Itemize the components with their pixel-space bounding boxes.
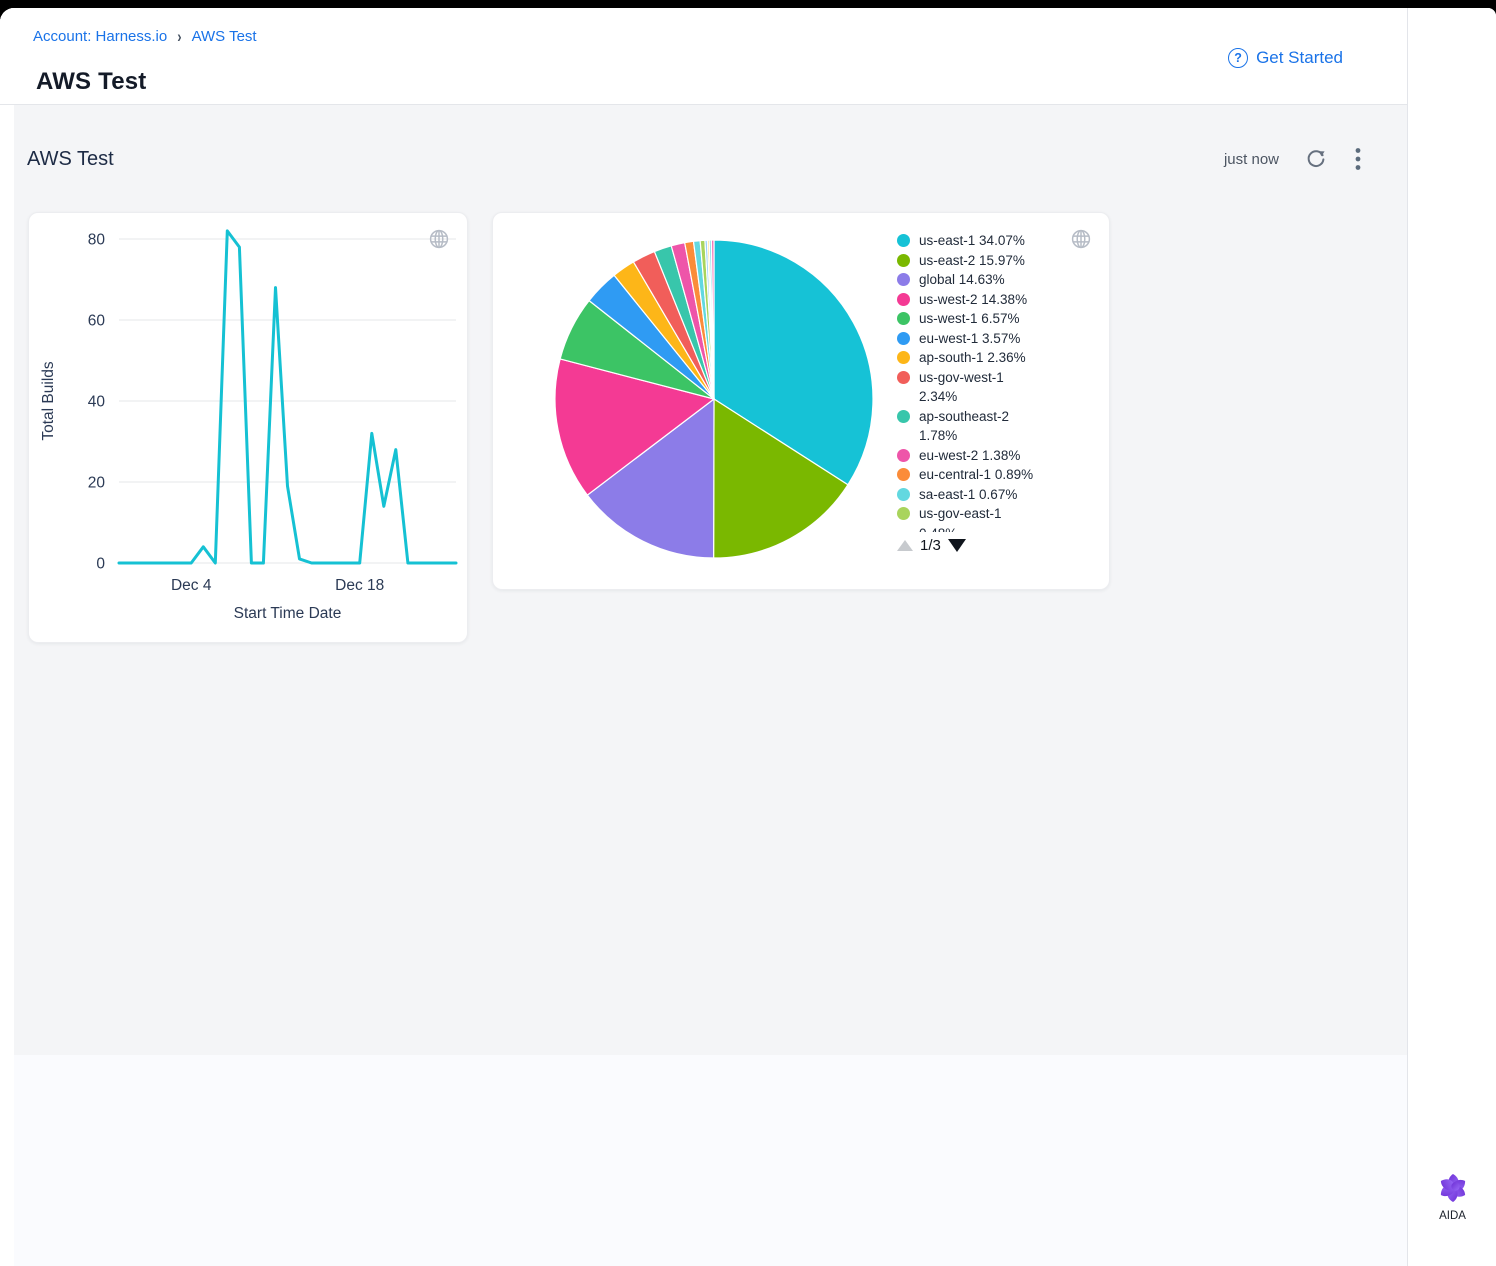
legend-swatch [897,332,910,345]
legend-item[interactable]: ap-south-1 2.36% [897,348,1095,368]
legend-label: us-gov-east-10.48% [919,504,1002,532]
legend-item[interactable]: eu-west-1 3.57% [897,329,1095,349]
svg-text:Dec 18: Dec 18 [335,577,384,594]
legend-page-label: 1/3 [920,537,941,554]
breadcrumb: Account: Harness.io › AWS Test [33,28,257,45]
legend-swatch [897,507,910,520]
legend-swatch [897,351,910,364]
get-started-link[interactable]: ? Get Started [1228,48,1343,68]
legend-label: ap-southeast-21.78% [919,407,1009,446]
page-title: AWS Test [36,68,147,96]
legend-item[interactable]: us-east-1 34.07% [897,231,1095,251]
refresh-icon [1305,148,1327,170]
line-chart-card: 0 20 40 60 80 Dec 4 Dec 18 Start Time Date Total… [28,212,468,643]
legend-label: eu-west-1 3.57% [919,329,1020,349]
legend-item[interactable]: us-east-2 15.97% [897,251,1095,271]
legend-swatch [897,254,910,267]
svg-text:80: 80 [88,232,106,249]
legend-label: eu-central-1 0.89% [919,465,1033,485]
svg-text:Start Time Date: Start Time Date [234,605,342,622]
aida-button[interactable]: AIDA [1436,1171,1470,1222]
dashboard-title: AWS Test [27,148,114,171]
legend-swatch [897,468,910,481]
legend-label: us-gov-west-12.34% [919,368,1004,407]
legend-swatch [897,273,910,286]
app-surface: Account: Harness.io › AWS Test AWS Test … [0,8,1496,1266]
legend-swatch [897,234,910,247]
chevron-right-icon: › [177,27,181,46]
legend-item[interactable]: eu-central-1 0.89% [897,465,1095,485]
pie-chart-card: us-east-1 34.07%us-east-2 15.97%global 1… [492,212,1110,590]
legend-label: ap-south-1 2.36% [919,348,1026,368]
legend-swatch [897,371,910,384]
legend-swatch [897,488,910,501]
main-column: Account: Harness.io › AWS Test AWS Test … [0,8,1408,1266]
legend-item[interactable]: us-gov-west-12.34% [897,368,1095,407]
breadcrumb-current-link[interactable]: AWS Test [192,28,257,45]
svg-text:40: 40 [88,394,106,411]
legend-paginator: 1/3 [897,537,966,554]
legend-label: us-west-2 14.38% [919,290,1027,310]
total-builds-line-chart: 0 20 40 60 80 Dec 4 Dec 18 Start Time Date Total… [29,213,469,644]
dashboard-area: AWS Test just now [14,105,1407,1055]
aida-sidebar: AIDA [1409,8,1496,1266]
legend-item[interactable]: eu-west-2 1.38% [897,446,1095,466]
svg-text:Total Builds: Total Builds [40,361,57,441]
svg-text:0: 0 [96,556,105,573]
globe-icon [1069,227,1093,256]
aida-flower-icon [1436,1171,1470,1205]
refreshed-timestamp: just now [1224,151,1279,168]
legend-page-up-icon[interactable] [897,540,913,551]
regions-pie-chart [549,234,879,564]
legend-item[interactable]: us-west-2 14.38% [897,290,1095,310]
legend-label: global 14.63% [919,270,1005,290]
legend-swatch [897,410,910,423]
legend-swatch [897,312,910,325]
dashboard-header: AWS Test just now [27,145,1363,173]
legend-label: eu-west-2 1.38% [919,446,1020,466]
legend-page-down-icon[interactable] [948,539,966,552]
kebab-menu-icon [1355,147,1361,171]
legend-label: sa-east-1 0.67% [919,485,1017,505]
more-options-button[interactable] [1353,145,1363,173]
pie-legend: us-east-1 34.07%us-east-2 15.97%global 1… [897,231,1095,532]
legend-swatch [897,449,910,462]
legend-label: us-west-1 6.57% [919,309,1020,329]
get-started-label: Get Started [1256,48,1343,68]
dashboard-controls: just now [1224,145,1363,173]
legend-label: us-east-1 34.07% [919,231,1025,251]
legend-item[interactable]: ap-southeast-21.78% [897,407,1095,446]
page-header: Account: Harness.io › AWS Test AWS Test … [0,8,1407,105]
dashboard-lower-area [14,1055,1407,1266]
legend-item[interactable]: us-west-1 6.57% [897,309,1095,329]
breadcrumb-account-link[interactable]: Account: Harness.io [33,28,167,45]
globe-icon [427,227,451,256]
svg-text:20: 20 [88,475,106,492]
refresh-button[interactable] [1303,146,1329,172]
svg-text:Dec 4: Dec 4 [171,577,212,594]
legend-item[interactable]: sa-east-1 0.67% [897,485,1095,505]
legend-item[interactable]: us-gov-east-10.48% [897,504,1095,532]
aida-label: AIDA [1439,1210,1466,1222]
legend-label: us-east-2 15.97% [919,251,1025,271]
legend-item[interactable]: global 14.63% [897,270,1095,290]
help-circle-icon: ? [1228,48,1248,68]
legend-swatch [897,293,910,306]
svg-text:60: 60 [88,313,106,330]
